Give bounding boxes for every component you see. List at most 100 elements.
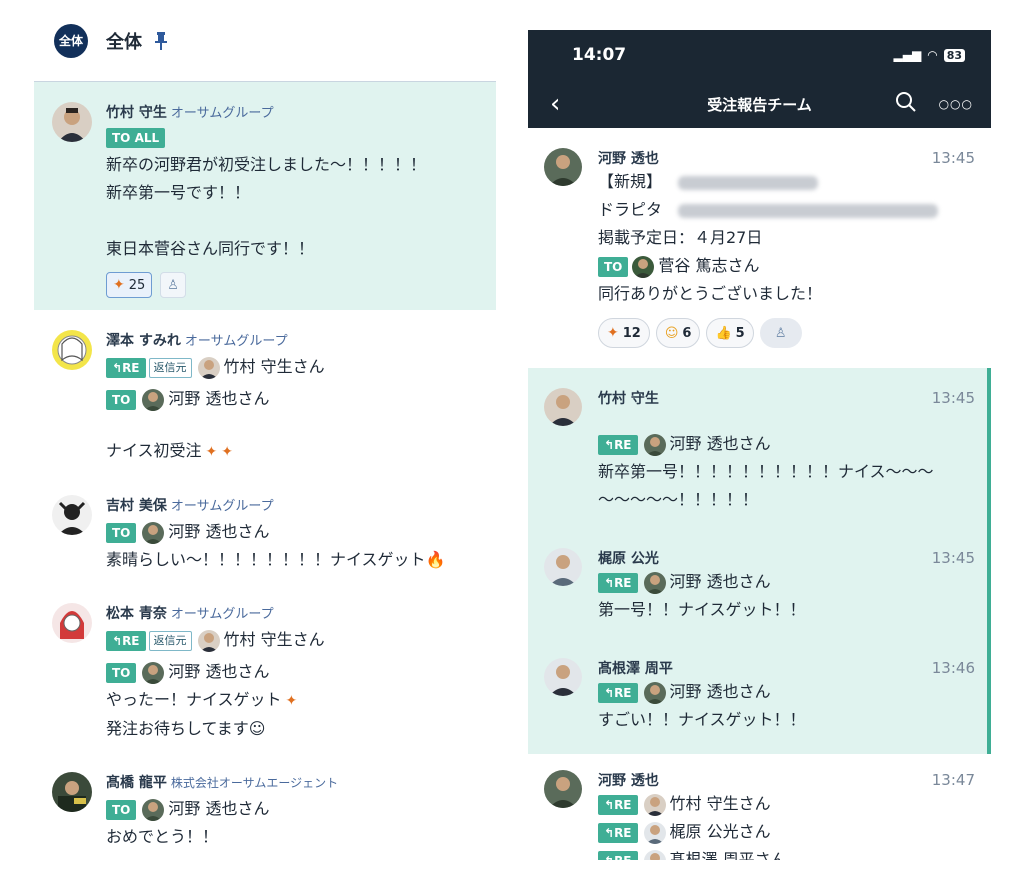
reaction-party-button[interactable]: ✦ 12 [598, 318, 650, 348]
sender-name[interactable]: 髙根澤 周平 [598, 658, 673, 678]
avatar[interactable] [52, 330, 92, 370]
message-line: ナイス初受注 [106, 441, 202, 460]
sender-org: オーサムグループ [184, 334, 288, 349]
sender-org: オーサムグループ [170, 499, 274, 514]
reply-source-button[interactable]: 返信元 [148, 630, 192, 651]
reply-tag[interactable]: ↰RE [106, 357, 146, 378]
reply-tag[interactable]: ↰RE [598, 794, 638, 815]
reaction-users-button[interactable]: ♙ [160, 272, 186, 298]
to-tag: TO [598, 256, 629, 277]
message-item[interactable]: 梶原 公光 13:45 ↰ RE 河野 透也さん 第一号！！ナイスゲット！！ [528, 524, 991, 634]
message-line: 新卒の河野君が初受注しました～！！！！！ [106, 155, 427, 174]
sender-name[interactable]: 河野 透也 [598, 148, 659, 168]
signal-icon: ▂▄▆ [893, 48, 922, 62]
to-target-name[interactable]: 河野 透也さん [168, 389, 269, 408]
avatar[interactable] [544, 770, 582, 808]
party-popper-icon: ✦ [221, 444, 233, 460]
message-item[interactable]: 松本 青奈 オーサムグループ ↰ RE 返信元 竹村 守生さん TO 河野 透也さん やっ… [34, 583, 496, 752]
to-target-name[interactable]: 河野 透也さん [168, 522, 269, 541]
avatar[interactable] [52, 603, 92, 643]
users-icon: ♙ [774, 325, 787, 341]
reply-target-name[interactable]: 髙根澤 周平さん [670, 850, 787, 860]
to-target-name[interactable]: 菅谷 篤志さん [658, 256, 759, 275]
redacted-text [678, 203, 939, 218]
face-icon: ☺ [664, 325, 679, 341]
message-line: 新卒第一号！！！！！！！！！！ナイス～～～ [598, 462, 934, 481]
avatar[interactable] [544, 148, 582, 186]
message-item[interactable]: 河野 透也 13:45 【新規】 ドラピタ 掲載予定日：４月27日 TO 菅谷 篤志… [528, 128, 991, 358]
message-item[interactable]: 澤本 すみれ オーサムグループ ↰ RE 返信元 竹村 守生さん TO 河野 透也さん ナ… [34, 310, 496, 475]
thumbs-up-icon: 👍 [715, 325, 732, 341]
avatar [142, 798, 165, 821]
sender-name[interactable]: 澤本 すみれ [106, 333, 181, 349]
message-item[interactable]: 竹村 守生 13:45 ↰ RE 河野 透也さん 新卒第一号！！！！！！！！！！ナイス… [528, 368, 991, 524]
reply-icon: ↰ [604, 797, 615, 812]
sender-name[interactable]: 梶原 公光 [598, 548, 659, 568]
sender-name[interactable]: 河野 透也 [598, 770, 659, 790]
reply-target-name[interactable]: 梶原 公光さん [670, 822, 771, 841]
avatar [142, 388, 165, 411]
message-line: 素晴らしい～！！！！！！！！ナイスゲット [106, 550, 426, 569]
to-tag: TO [106, 662, 137, 683]
sender-name[interactable]: 吉村 美保 [106, 498, 167, 514]
timestamp: 13:46 [931, 659, 975, 677]
message-line: ～～～～～！！！！！ [598, 490, 759, 509]
avatar[interactable] [544, 548, 582, 586]
reply-tag[interactable]: ↰RE [598, 572, 638, 593]
reply-tag[interactable]: ↰RE [106, 630, 146, 651]
avatar [197, 629, 220, 652]
message-item[interactable]: 河野 透也 13:47 ↰RE 竹村 守生さん ↰RE 梶原 公光さん ↰RE 髙根澤 … [528, 754, 991, 860]
sender-name[interactable]: 竹村 守生 [106, 105, 167, 121]
reply-icon: ↰ [604, 575, 615, 590]
pin-icon[interactable] [154, 31, 168, 51]
redacted-text [678, 175, 819, 190]
reaction-thumbs-button[interactable]: 👍 5 [706, 318, 754, 348]
avatar[interactable] [544, 658, 582, 696]
sender-name[interactable]: 松本 青奈 [106, 606, 167, 622]
reply-tag[interactable]: ↰RE [598, 822, 638, 843]
reply-target-name[interactable]: 竹村 守生さん [670, 794, 771, 813]
avatar[interactable] [52, 495, 92, 535]
message-item[interactable]: 竹村 守生 オーサムグループ TO ALL 新卒の河野君が初受注しました～！！！！… [34, 82, 496, 310]
message-item[interactable]: 吉村 美保 オーサムグループ TO 河野 透也さん 素晴らしい～！！！！！！！！ナイ… [34, 475, 496, 583]
message-item[interactable]: 髙橋 龍平 株式会社オーサムエージェント TO 河野 透也さん おめでとう！！ [34, 752, 496, 860]
reply-target-name[interactable]: 河野 透也さん [670, 682, 771, 701]
reply-target-name[interactable]: 竹村 守生さん [224, 357, 325, 376]
reply-icon: ↰ [604, 685, 615, 700]
reply-target-name[interactable]: 竹村 守生さん [224, 630, 325, 649]
to-tag: TO [106, 799, 137, 820]
avatar [632, 255, 655, 278]
more-icon[interactable]: ○○○ [939, 97, 973, 111]
message-line: おめでとう！！ [106, 827, 219, 846]
message-item[interactable]: 髙根澤 周平 13:46 ↰ RE 河野 透也さん すごい！！ナイスゲット！！ [528, 634, 991, 754]
search-icon[interactable] [895, 91, 917, 117]
message-line: 同行ありがとうございました！ [598, 284, 823, 303]
avatar [142, 521, 165, 544]
party-popper-icon: ✦ [285, 693, 298, 709]
reaction-face-button[interactable]: ☺ 6 [655, 318, 701, 348]
sender-name[interactable]: 髙橋 龍平 [106, 775, 167, 791]
fire-icon: 🔥 [425, 550, 446, 569]
status-time: 14:07 [572, 45, 627, 65]
to-target-name[interactable]: 河野 透也さん [168, 662, 269, 681]
mobile-chat-panel: 14:07 ▂▄▆ ◠ 83 ‹ 受注報告チーム ○○○ 河野 透也 13:45 … [528, 30, 991, 860]
avatar[interactable] [52, 102, 92, 142]
reaction-party-button[interactable]: ✦ 25 [106, 272, 153, 298]
message-line: 新卒第一号です！！ [106, 183, 251, 202]
timestamp: 13:45 [931, 549, 975, 567]
reaction-users-button[interactable]: ♙ [759, 318, 802, 348]
avatar[interactable] [544, 388, 582, 426]
message-line: ドラピタ [598, 200, 663, 219]
reply-tag[interactable]: ↰RE [598, 850, 638, 860]
reply-target-name[interactable]: 河野 透也さん [670, 434, 771, 453]
sender-name[interactable]: 竹村 守生 [598, 388, 659, 408]
reply-tag[interactable]: ↰RE [598, 682, 638, 703]
room-avatar[interactable]: 全体 [54, 23, 88, 58]
reply-target-name[interactable]: 河野 透也さん [670, 572, 771, 591]
to-all-tag: TO ALL [106, 128, 166, 148]
reply-tag[interactable]: ↰RE [598, 434, 638, 455]
sender-org: オーサムグループ [170, 607, 274, 622]
reply-source-button[interactable]: 返信元 [148, 357, 192, 378]
avatar[interactable] [52, 772, 92, 812]
to-target-name[interactable]: 河野 透也さん [168, 799, 269, 818]
